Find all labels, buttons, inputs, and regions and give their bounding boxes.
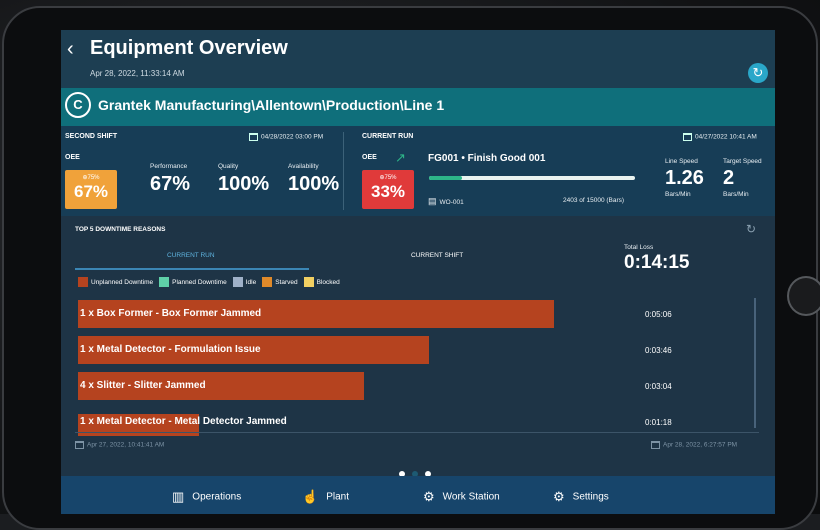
- legend-swatch: [262, 277, 273, 287]
- downtime-duration: 0:03:46: [645, 346, 672, 355]
- performance-label: Performance: [150, 163, 188, 170]
- legend-item: Idle: [232, 277, 257, 287]
- downtime-reason-label: 1 x Metal Detector - Metal Detector Jamm…: [80, 416, 287, 427]
- breadcrumb: C Grantek Manufacturing\Allentown\Produc…: [61, 88, 775, 126]
- tab-current-shift[interactable]: CURRENT SHIFT: [411, 252, 463, 259]
- building-icon: ▥: [172, 489, 185, 504]
- legend-label: Starved: [275, 278, 298, 286]
- reload-icon[interactable]: ↻: [746, 222, 756, 236]
- kpi-divider: [343, 132, 344, 210]
- user-gear-icon: ⚙: [423, 489, 435, 504]
- nav-work-station[interactable]: ⚙ Work Station: [423, 489, 500, 505]
- tab-current-run[interactable]: CURRENT RUN: [167, 252, 215, 259]
- nav-plant[interactable]: ☝ Plant: [302, 489, 349, 505]
- app-header: ‹ Equipment Overview Apr 28, 2022, 11:33…: [61, 30, 775, 88]
- calendar-icon: [683, 133, 692, 141]
- legend-label: Blocked: [316, 278, 340, 286]
- line-speed-unit: Bars/Min: [665, 191, 691, 198]
- trend-up-icon: ↗: [395, 150, 406, 165]
- run-progress-fill: [429, 176, 462, 180]
- calendar-icon: [651, 441, 660, 449]
- home-button[interactable]: [787, 276, 820, 316]
- kpi-band: SECOND SHIFT 04/28/2022 03:00 PM OEE ⊕75…: [61, 126, 775, 216]
- legend-swatch: [303, 277, 314, 287]
- line-speed-label: Line Speed: [665, 158, 698, 165]
- chevron-left-icon[interactable]: ‹: [67, 38, 74, 61]
- target-speed-label: Target Speed: [723, 158, 762, 165]
- legend-swatch: [78, 277, 88, 287]
- target-speed-value: 2: [723, 167, 735, 189]
- work-order: ▤ WO-001: [428, 196, 464, 206]
- downtime-legend: Unplanned Downtime Planned Downtime Idle St…: [78, 277, 346, 287]
- quality-value: 100%: [218, 173, 270, 195]
- run-oee-target: ⊕75%: [379, 175, 397, 181]
- total-loss-value: 0:14:15: [624, 252, 690, 273]
- legend-label: Unplanned Downtime: [91, 278, 154, 286]
- page-title: Equipment Overview: [90, 37, 288, 59]
- bottom-nav: ▥ Operations ☝ Plant ⚙ Work Station ⚙ Settin…: [61, 476, 775, 514]
- downtime-panel: TOP 5 DOWNTIME REASONS ↻ CURRENT RUN CUR…: [61, 216, 775, 477]
- run-oee-card[interactable]: ⊕75% 33%: [362, 170, 414, 209]
- run-progress-bar: [429, 176, 635, 180]
- run-oee-label: OEE: [362, 154, 377, 161]
- range-end: Apr 28, 2022, 6:27:57 PM: [651, 441, 737, 449]
- clipboard-icon: ▤: [428, 196, 437, 206]
- range-start: Apr 27, 2022, 10:41:41 AM: [75, 441, 164, 449]
- legend-swatch: [159, 277, 170, 287]
- legend-swatch: [232, 277, 243, 287]
- shift-oee-label: OEE: [65, 154, 80, 161]
- performance-value: 67%: [150, 173, 191, 195]
- availability-label: Availability: [288, 163, 319, 170]
- downtime-title: TOP 5 DOWNTIME REASONS: [75, 226, 166, 233]
- downtime-reason-label: 1 x Box Former - Box Former Jammed: [80, 308, 262, 319]
- quality-label: Quality: [218, 163, 239, 170]
- app-screen: ‹ Equipment Overview Apr 28, 2022, 11:33…: [61, 30, 775, 514]
- legend-label: Planned Downtime: [172, 278, 227, 286]
- tab-active-indicator: [75, 268, 309, 270]
- downtime-reason-label: 4 x Slitter - Slitter Jammed: [80, 380, 206, 391]
- legend-item: Blocked: [303, 277, 340, 287]
- shift-oee-card[interactable]: ⊕75% 67%: [65, 170, 117, 209]
- hand-pointer-icon: ☝: [302, 489, 319, 504]
- rows-divider: [75, 432, 759, 433]
- company-logo-icon: C: [65, 92, 91, 118]
- downtime-duration: 0:01:18: [645, 418, 672, 427]
- shift-label: SECOND SHIFT: [65, 133, 118, 140]
- shift-date: 04/28/2022 03:00 PM: [249, 133, 323, 141]
- gear-icon: ⚙: [553, 489, 565, 504]
- run-oee-value: 33%: [370, 182, 406, 201]
- availability-value: 100%: [288, 173, 340, 195]
- shift-oee-value: 67%: [73, 182, 109, 201]
- scrollbar[interactable]: [754, 298, 756, 428]
- legend-item: Unplanned Downtime: [78, 277, 154, 287]
- shift-oee-target: ⊕75%: [82, 175, 100, 181]
- legend-item: Planned Downtime: [159, 277, 227, 287]
- run-label: CURRENT RUN: [362, 133, 414, 140]
- refresh-icon[interactable]: ↻: [748, 63, 768, 83]
- run-count: 2403 of 15000 (Bars): [563, 197, 625, 204]
- downtime-reason-label: 1 x Metal Detector - Formulation Issue: [80, 344, 261, 355]
- calendar-icon: [75, 441, 84, 449]
- nav-settings[interactable]: ⚙ Settings: [553, 489, 609, 505]
- downtime-duration: 0:05:06: [645, 310, 672, 319]
- last-updated-timestamp: Apr 28, 2022, 11:33:14 AM: [90, 69, 185, 78]
- target-speed-unit: Bars/Min: [723, 191, 749, 198]
- line-speed-value: 1.26: [665, 167, 704, 189]
- equipment-path: Grantek Manufacturing\Allentown\Producti…: [98, 97, 445, 113]
- downtime-duration: 0:03:04: [645, 382, 672, 391]
- legend-item: Starved: [262, 277, 298, 287]
- legend-label: Idle: [245, 278, 257, 286]
- product-name: FG001 • Finish Good 001: [428, 153, 546, 164]
- total-loss-label: Total Loss: [624, 244, 654, 251]
- calendar-icon: [249, 133, 258, 141]
- nav-operations[interactable]: ▥ Operations: [172, 489, 241, 505]
- run-date: 04/27/2022 10:41 AM: [683, 133, 757, 141]
